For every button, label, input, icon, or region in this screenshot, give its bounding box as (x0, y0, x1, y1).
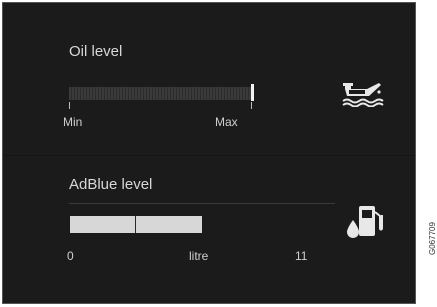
oil-level-indicator (251, 84, 254, 101)
fuel-pump-drop-icon (345, 202, 385, 238)
oil-min-tick (69, 102, 70, 109)
figure-code: G067709 (428, 222, 437, 255)
oil-level-gauge (69, 87, 251, 100)
oil-can-icon (341, 79, 385, 108)
oil-min-label: Min (63, 115, 83, 129)
oil-max-tick (251, 102, 252, 109)
oil-level-title: Oil level (69, 43, 123, 60)
adblue-scale-max: 11 (295, 249, 308, 263)
oil-max-label: Max (215, 115, 238, 129)
section-divider (3, 155, 415, 156)
display-panel: Oil level Min Max AdBlue level 0 litre 1… (2, 2, 416, 304)
adblue-gauge-divider (135, 216, 136, 233)
adblue-level-gauge (70, 216, 202, 233)
adblue-underline (69, 203, 335, 204)
adblue-level-title: AdBlue level (69, 176, 153, 193)
adblue-scale-min: 0 (67, 249, 74, 263)
adblue-scale-unit: litre (189, 249, 209, 263)
